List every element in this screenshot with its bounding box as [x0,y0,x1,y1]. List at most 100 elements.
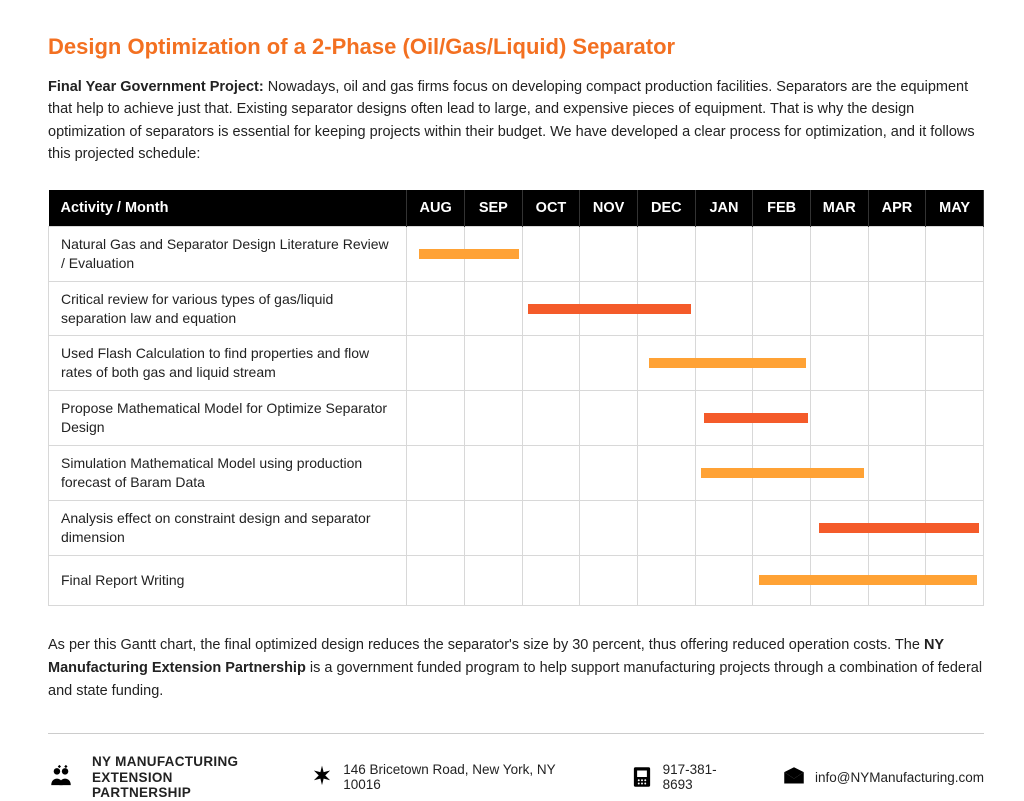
gantt-cell [695,336,753,391]
intro-lead: Final Year Government Project: [48,79,264,95]
gantt-cell [580,336,638,391]
gantt-chart: Activity / MonthAUGSEPOCTNOVDECJANFEBMAR… [48,190,984,606]
gantt-cell [926,446,984,501]
gantt-cell [753,226,811,281]
gantt-cell [580,226,638,281]
gantt-cell [926,281,984,336]
activity-label: Natural Gas and Separator Design Literat… [49,226,407,281]
gantt-row: Critical review for various types of gas… [49,281,984,336]
gantt-cell [695,281,753,336]
people-icon [48,764,74,790]
gantt-cell [465,446,523,501]
gantt-cell [868,281,926,336]
gantt-cell [868,336,926,391]
gantt-cell [695,226,753,281]
header-month: MAY [926,190,984,227]
gantt-cell [753,281,811,336]
gantt-cell [695,391,753,446]
gantt-cell [407,336,465,391]
gantt-cell [637,555,695,605]
gantt-cell [753,336,811,391]
header-month: APR [868,190,926,227]
footer-org-line1: NY MANUFACTURING [92,754,273,770]
gantt-cell [868,446,926,501]
gantt-cell [637,336,695,391]
outro-before: As per this Gantt chart, the final optim… [48,637,924,653]
gantt-cell [810,226,868,281]
gantt-cell [522,500,580,555]
gantt-cell [695,446,753,501]
gantt-cell [695,500,753,555]
gantt-row: Final Report Writing [49,555,984,605]
gantt-cell [926,391,984,446]
gantt-cell [753,555,811,605]
gantt-cell [810,391,868,446]
activity-label: Propose Mathematical Model for Optimize … [49,391,407,446]
gantt-cell [407,446,465,501]
gantt-row: Propose Mathematical Model for Optimize … [49,391,984,446]
gantt-cell [465,281,523,336]
gantt-cell [695,555,753,605]
gantt-cell [407,281,465,336]
gantt-cell [926,555,984,605]
header-month: DEC [637,190,695,227]
gantt-cell [522,555,580,605]
header-month: MAR [810,190,868,227]
activity-label: Used Flash Calculation to find propertie… [49,336,407,391]
activity-label: Final Report Writing [49,555,407,605]
gantt-row: Used Flash Calculation to find propertie… [49,336,984,391]
gantt-cell [753,391,811,446]
header-month: NOV [580,190,638,227]
page-title: Design Optimization of a 2-Phase (Oil/Ga… [48,34,984,60]
gantt-cell [926,226,984,281]
gantt-cell [637,281,695,336]
header-month: JAN [695,190,753,227]
gantt-cell [810,336,868,391]
gantt-cell [753,446,811,501]
gantt-row: Natural Gas and Separator Design Literat… [49,226,984,281]
gantt-cell [407,391,465,446]
activity-label: Simulation Mathematical Model using prod… [49,446,407,501]
gantt-cell [407,555,465,605]
footer-phone: 917-381-8693 [663,762,745,792]
gantt-cell [522,226,580,281]
footer-email: info@NYManufacturing.com [815,770,984,785]
gantt-cell [465,391,523,446]
gantt-cell [926,336,984,391]
gantt-cell [522,446,580,501]
outro-paragraph: As per this Gantt chart, the final optim… [48,634,984,704]
footer-org-name: NY MANUFACTURING EXTENSION PARTNERSHIP [92,754,273,801]
gantt-cell [868,391,926,446]
gantt-cell [465,500,523,555]
gantt-cell [522,391,580,446]
header-month: SEP [465,190,523,227]
gantt-cell [522,336,580,391]
phone-icon [629,764,655,790]
footer-address: 146 Bricetown Road, New York, NY 10016 [343,762,592,792]
footer: NY MANUFACTURING EXTENSION PARTNERSHIP 1… [48,754,984,801]
gantt-cell [637,226,695,281]
header-activity: Activity / Month [49,190,407,227]
gantt-cell [580,281,638,336]
footer-org-line2: EXTENSION PARTNERSHIP [92,770,273,801]
gantt-cell [637,391,695,446]
gantt-cell [810,446,868,501]
mail-icon [781,764,807,790]
header-month: FEB [753,190,811,227]
gantt-cell [580,500,638,555]
gantt-cell [465,336,523,391]
gantt-cell [465,226,523,281]
gantt-cell [753,500,811,555]
gantt-cell [868,226,926,281]
gantt-cell [580,446,638,501]
gantt-cell [637,446,695,501]
gantt-cell [522,281,580,336]
gantt-cell [810,555,868,605]
gantt-cell [465,555,523,605]
gantt-cell [926,500,984,555]
gantt-cell [580,555,638,605]
footer-divider [48,733,984,734]
header-month: AUG [407,190,465,227]
gantt-cell [580,391,638,446]
gantt-row: Simulation Mathematical Model using prod… [49,446,984,501]
